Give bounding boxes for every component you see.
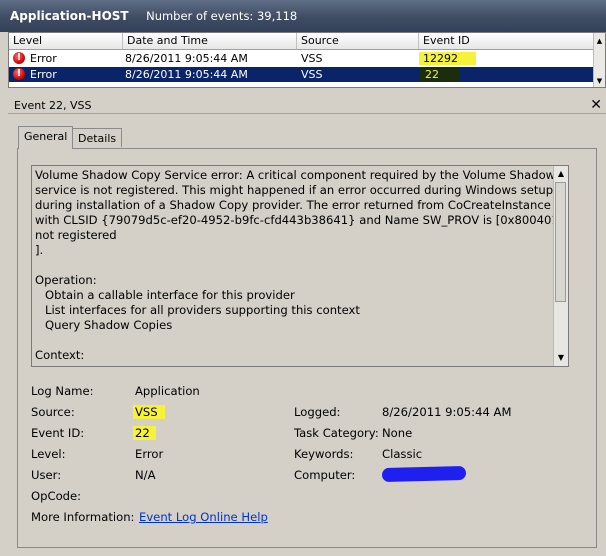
description-line: not registered bbox=[35, 228, 117, 242]
computer-redaction-mark bbox=[381, 465, 467, 483]
column-header-source[interactable]: Source bbox=[297, 33, 419, 49]
error-icon: ! bbox=[13, 52, 25, 64]
description-blank-line bbox=[35, 333, 553, 348]
description-line: service is not registered. This might ha… bbox=[35, 183, 569, 197]
description-line: with CLSID {79079d5c-ef20-4952-b9fc-cfd4… bbox=[35, 213, 569, 227]
log-name-title: Application-HOST bbox=[10, 9, 129, 23]
event-log-online-help-link[interactable]: Event Log Online Help bbox=[139, 510, 268, 525]
event-description-box[interactable]: Volume Shadow Copy Service error: A crit… bbox=[31, 165, 569, 367]
event-count: Number of events: 39,118 bbox=[146, 9, 298, 23]
user-value: N/A bbox=[135, 468, 156, 482]
event-list-scrollbar[interactable]: ▲ ▼ bbox=[593, 33, 605, 87]
description-line: during installation of a Shadow Copy pro… bbox=[35, 198, 569, 212]
scroll-down-icon[interactable]: ▼ bbox=[555, 351, 567, 365]
event-description-text: Volume Shadow Copy Service error: A crit… bbox=[35, 168, 569, 366]
row-event-id: 22 bbox=[419, 67, 459, 82]
event-id-value: 22 bbox=[133, 426, 156, 441]
event-detail-title: Event 22, VSS bbox=[14, 99, 92, 112]
event-list-header: Level Date and Time Source Event ID bbox=[9, 33, 595, 50]
more-information-label: More Information: bbox=[31, 510, 135, 524]
row-datetime: 8/26/2011 9:05:44 AM bbox=[125, 52, 248, 65]
task-category-label: Task Category: bbox=[294, 426, 379, 440]
tab-general[interactable]: General bbox=[18, 126, 74, 149]
description-line: ]. bbox=[35, 243, 44, 257]
description-line: Obtain a callable interface for this pro… bbox=[45, 288, 295, 302]
log-name-value: Application bbox=[135, 384, 200, 398]
event-list[interactable]: Level Date and Time Source Event ID ! Er… bbox=[8, 32, 606, 88]
description-scrollbar[interactable]: ▲ ▼ bbox=[553, 166, 568, 366]
source-value: VSS bbox=[133, 405, 165, 420]
scroll-thumb[interactable] bbox=[555, 182, 566, 302]
tab-details[interactable]: Details bbox=[72, 128, 123, 147]
description-blank-line bbox=[35, 258, 553, 273]
log-name-label: Log Name: bbox=[31, 384, 94, 398]
keywords-label: Keywords: bbox=[294, 447, 354, 461]
level-value: Error bbox=[135, 447, 164, 461]
opcode-label: OpCode: bbox=[31, 489, 82, 503]
row-datetime: 8/26/2011 9:05:44 AM bbox=[125, 68, 248, 81]
description-cutoff-line: ········ ········ ········· ········ bbox=[35, 364, 553, 366]
event-row-selected[interactable]: ! Error 8/26/2011 9:05:44 AM VSS 22 bbox=[9, 67, 595, 82]
logged-value: 8/26/2011 9:05:44 AM bbox=[382, 405, 512, 419]
source-label: Source: bbox=[31, 405, 75, 419]
row-level: Error bbox=[30, 68, 57, 81]
event-detail-header: Event 22, VSS ✕ bbox=[8, 96, 606, 114]
log-title-bar: Application-HOST Number of events: 39,11… bbox=[0, 0, 606, 32]
column-header-event-id[interactable]: Event ID bbox=[419, 33, 595, 49]
scroll-up-icon[interactable]: ▲ bbox=[555, 167, 567, 181]
description-line: Context: bbox=[35, 348, 85, 362]
description-line: Volume Shadow Copy Service error: A crit… bbox=[35, 168, 569, 182]
description-line: Operation: bbox=[35, 273, 97, 287]
event-row[interactable]: ! Error 8/26/2011 9:05:44 AM VSS 12292 bbox=[9, 51, 595, 66]
row-source: VSS bbox=[301, 52, 323, 65]
description-line: List interfaces for all providers suppor… bbox=[45, 303, 360, 317]
column-header-date-time[interactable]: Date and Time bbox=[123, 33, 297, 49]
level-label: Level: bbox=[31, 447, 66, 461]
task-category-value: None bbox=[382, 426, 413, 440]
description-line: Query Shadow Copies bbox=[45, 318, 173, 332]
keywords-value: Classic bbox=[382, 447, 423, 461]
logged-label: Logged: bbox=[294, 405, 341, 419]
scroll-down-icon[interactable]: ▼ bbox=[594, 75, 605, 87]
row-level: Error bbox=[30, 52, 57, 65]
row-source: VSS bbox=[301, 68, 323, 81]
error-icon: ! bbox=[13, 68, 25, 80]
row-event-id: 12292 bbox=[419, 51, 476, 66]
event-id-label: Event ID: bbox=[31, 426, 85, 440]
column-header-level[interactable]: Level bbox=[9, 33, 123, 49]
scroll-up-icon[interactable]: ▲ bbox=[594, 35, 605, 47]
user-label: User: bbox=[31, 468, 62, 482]
close-icon[interactable]: ✕ bbox=[590, 96, 602, 114]
computer-label: Computer: bbox=[294, 468, 356, 482]
